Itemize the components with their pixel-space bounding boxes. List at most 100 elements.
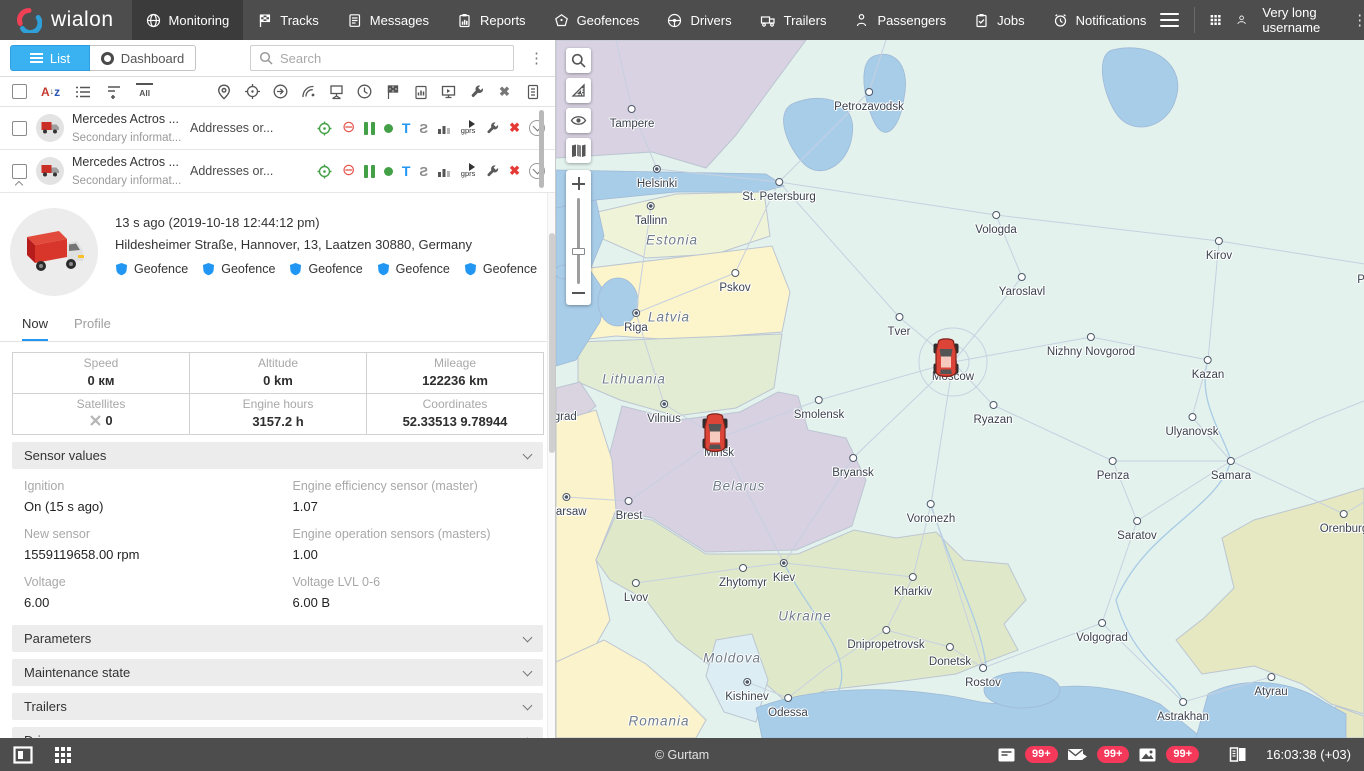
mail-icon[interactable]: [1067, 747, 1088, 763]
section-drivers[interactable]: Drivers: [12, 727, 543, 738]
motion-forbidden-icon[interactable]: ⊖: [342, 120, 355, 136]
remove-unit-icon[interactable]: ✖: [509, 120, 520, 136]
nav-notifications[interactable]: Notifications: [1039, 0, 1161, 40]
nav-tracks[interactable]: Tracks: [243, 0, 333, 40]
monitor-network-icon[interactable]: [328, 83, 345, 101]
messages-count-badge[interactable]: 99+: [1097, 746, 1130, 763]
unit-name[interactable]: Mercedes Actros ...: [72, 112, 179, 126]
unit-settings-wrench-icon[interactable]: [485, 121, 500, 136]
remove-unit-icon[interactable]: ✖: [509, 163, 520, 179]
username-label[interactable]: Very long username: [1262, 5, 1334, 35]
tab-now[interactable]: Now: [22, 316, 48, 341]
address-pin-icon[interactable]: [215, 83, 232, 101]
map-measure-button[interactable]: [566, 78, 591, 103]
add-to-list-icon[interactable]: [105, 83, 122, 101]
quick-report-icon[interactable]: [412, 83, 429, 101]
search-input[interactable]: [280, 51, 505, 66]
panel-kebab-icon[interactable]: ⋮: [526, 51, 547, 66]
log-legend-icon[interactable]: [1229, 747, 1247, 762]
motion-state-icon[interactable]: [364, 122, 375, 135]
list-view-tab[interactable]: List: [10, 45, 90, 71]
nav-passengers[interactable]: Passengers: [840, 0, 960, 40]
geofence-chip[interactable]: Geofence: [289, 262, 362, 276]
nav-messages[interactable]: Messages: [333, 0, 443, 40]
section-trailers[interactable]: Trailers: [12, 693, 543, 720]
map-canvas[interactable]: EstoniaLatviaLithuaniaBelarusUkraineMold…: [556, 40, 1364, 738]
vehicle-marker[interactable]: [933, 337, 960, 386]
unit-list-icon[interactable]: [74, 83, 91, 101]
hamburger-menu-icon[interactable]: [1160, 9, 1179, 31]
zoom-slider[interactable]: [577, 198, 580, 284]
data-accuracy-icon[interactable]: [437, 165, 451, 178]
section-parameters[interactable]: Parameters: [12, 625, 543, 652]
media-image-icon[interactable]: [1138, 747, 1157, 763]
wialon-logo[interactable]: wialon: [0, 0, 132, 40]
map-visibility-button[interactable]: [566, 108, 591, 133]
gprs-state-icon[interactable]: gprs: [460, 164, 476, 178]
copy-list-icon[interactable]: [524, 83, 541, 101]
quick-track-icon[interactable]: [384, 83, 401, 101]
unit-properties-wrench-icon[interactable]: [468, 83, 485, 101]
user-icon[interactable]: [1236, 11, 1247, 29]
unit-name[interactable]: Mercedes Actros ...: [72, 155, 179, 169]
sensor-state-icon[interactable]: Ƨ: [419, 121, 428, 136]
notes-icon[interactable]: [997, 747, 1016, 763]
select-all-checkbox[interactable]: [12, 84, 27, 99]
show-all-icon[interactable]: All: [136, 83, 153, 101]
sort-az-icon[interactable]: A↓z: [41, 83, 60, 101]
unit-row[interactable]: Mercedes Actros ... Secondary informat..…: [0, 107, 555, 150]
zoom-in-button[interactable]: [572, 177, 585, 190]
sensor-state-icon[interactable]: Ƨ: [419, 164, 428, 179]
media-playback-icon[interactable]: [440, 83, 457, 101]
geofence-chip[interactable]: Geofence: [202, 262, 275, 276]
map-layers-button[interactable]: [566, 138, 591, 163]
unit-settings-wrench-icon[interactable]: [485, 164, 500, 179]
tab-profile[interactable]: Profile: [74, 316, 111, 341]
connection-state-icon[interactable]: [384, 167, 393, 176]
apps-grid-icon[interactable]: [1210, 11, 1221, 29]
unit-secondary-info: Secondary informat...: [72, 175, 181, 187]
zoom-slider-thumb[interactable]: [572, 248, 585, 255]
connection-state-icon[interactable]: [384, 124, 393, 133]
collapse-details-icon[interactable]: [15, 181, 23, 189]
unit-list-scrollbar[interactable]: [539, 110, 544, 188]
section-maintenance-state[interactable]: Maintenance state: [12, 659, 543, 686]
nav-geofences[interactable]: Geofences: [540, 0, 654, 40]
media-count-badge[interactable]: 99+: [1166, 746, 1199, 763]
locate-on-map-icon[interactable]: [316, 163, 333, 180]
unit-row[interactable]: Mercedes Actros ... Secondary informat..…: [0, 150, 555, 193]
text-command-icon[interactable]: T: [402, 163, 411, 179]
motion-state-icon[interactable]: [364, 165, 375, 178]
nav-trailers[interactable]: Trailers: [746, 0, 841, 40]
data-accuracy-icon[interactable]: [437, 122, 451, 135]
bottom-panel-toggle-icon[interactable]: [13, 746, 33, 764]
section-sensor-values[interactable]: Sensor values: [12, 442, 543, 469]
map-search-button[interactable]: [566, 48, 591, 73]
nav-monitoring[interactable]: Monitoring: [132, 0, 244, 40]
connection-quality-icon[interactable]: [300, 83, 317, 101]
unit-list-toolbar: A↓z All ✖: [0, 77, 555, 107]
gprs-state-icon[interactable]: gprs: [460, 121, 476, 135]
locate-on-map-icon[interactable]: [316, 120, 333, 137]
nav-drivers[interactable]: Drivers: [653, 0, 745, 40]
vehicle-marker[interactable]: [702, 412, 729, 461]
user-menu-kebab-icon[interactable]: ⋮: [1349, 13, 1364, 28]
geofence-chip[interactable]: Geofence: [464, 262, 537, 276]
nav-jobs[interactable]: Jobs: [960, 0, 1038, 40]
text-command-icon[interactable]: T: [402, 120, 411, 136]
notes-count-badge[interactable]: 99+: [1025, 746, 1058, 763]
movement-direction-icon[interactable]: [272, 83, 289, 101]
unit-checkbox[interactable]: [12, 121, 27, 136]
geofence-chip[interactable]: Geofence: [377, 262, 450, 276]
unit-checkbox[interactable]: [12, 164, 27, 179]
clear-list-icon[interactable]: ✖: [496, 83, 513, 101]
motion-forbidden-icon[interactable]: ⊖: [342, 163, 355, 179]
detail-scrollbar[interactable]: [547, 193, 555, 738]
apps-grid-icon[interactable]: [54, 746, 72, 764]
geofence-chip[interactable]: Geofence: [115, 262, 188, 276]
nav-reports[interactable]: Reports: [443, 0, 540, 40]
dashboard-view-tab[interactable]: Dashboard: [90, 45, 196, 71]
zoom-out-button[interactable]: [572, 292, 585, 294]
follow-unit-icon[interactable]: [244, 83, 261, 101]
data-time-icon[interactable]: [356, 83, 373, 101]
